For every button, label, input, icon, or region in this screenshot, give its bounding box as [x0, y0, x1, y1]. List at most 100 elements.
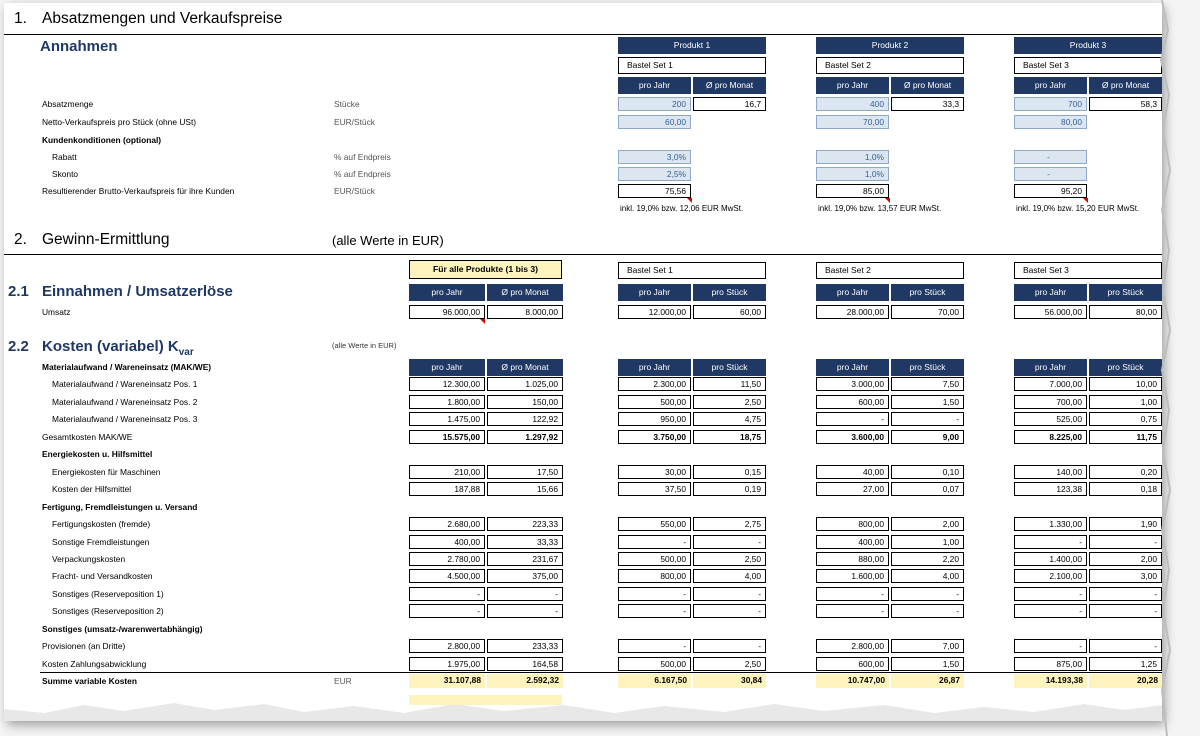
row-kunden-label: Kundenkonditionen (optional)	[42, 135, 162, 145]
product-1-skonto-input[interactable]: 2,5%	[618, 167, 691, 181]
product-1-mwst-note: inkl. 19,0% bzw. 12,06 EUR MwSt.	[620, 204, 744, 213]
cost-value: 10.747,00	[816, 674, 889, 688]
s2-product-3-col-pro-jahr: pro Jahr	[1014, 284, 1087, 301]
product-3-name[interactable]: Bastel Set 3	[1014, 57, 1162, 74]
cost-value: 1.475,00	[409, 412, 485, 426]
product-1-name[interactable]: Bastel Set 1	[618, 57, 766, 74]
product-2-netto-input[interactable]: 70,00	[816, 115, 889, 129]
cost-value: 2,50	[693, 552, 766, 566]
cost-value: 26,87	[891, 674, 964, 688]
section-1-rule	[4, 34, 1162, 35]
cost-value: -	[891, 412, 964, 426]
cost-value: 2,20	[891, 552, 964, 566]
product-3-skonto-input[interactable]: -	[1014, 167, 1087, 181]
product-2-absatz-jahr-input[interactable]: 400	[816, 97, 889, 111]
row-skonto-label: Skonto	[52, 169, 79, 179]
product-1-rabatt-input[interactable]: 3,0%	[618, 150, 691, 164]
cost-value: 375,00	[487, 569, 563, 583]
product-3-netto-input[interactable]: 80,00	[1014, 115, 1087, 129]
cost-value: 10,00	[1089, 377, 1162, 391]
product-3-col-pro-monat: Ø pro Monat	[1089, 77, 1162, 94]
product-1-col-pro-monat: Ø pro Monat	[693, 77, 766, 94]
cost-value: 875,00	[1014, 657, 1087, 671]
cost-row-label: Fracht- und Versandkosten	[52, 571, 153, 581]
cost-value: 0,75	[1089, 412, 1162, 426]
row-netto-label: Netto-Verkaufspreis pro Stück (ohne USt)	[42, 117, 197, 127]
cost-value: -	[618, 604, 691, 618]
section-2-2-title-text: Kosten (variabel) K	[42, 338, 179, 355]
cost-value: -	[816, 587, 889, 601]
row-absatz-label: Absatzmenge	[42, 99, 94, 109]
cost-value: 800,00	[816, 517, 889, 531]
cost-value: -	[409, 604, 485, 618]
product-1-absatz-jahr-input[interactable]: 200	[618, 97, 691, 111]
cost-value: 11,75	[1089, 430, 1162, 444]
cost-value: 2.780,00	[409, 552, 485, 566]
s2-product-1-col-pro-stueck: pro Stück	[693, 359, 766, 376]
cost-value: 2.300,00	[618, 377, 691, 391]
cost-value: 6.167,50	[618, 674, 691, 688]
cost-value: 2,00	[891, 517, 964, 531]
cost-value: 2,50	[693, 657, 766, 671]
all-col-pro-jahr: pro Jahr	[409, 284, 485, 301]
umsatz-label: Umsatz	[42, 307, 71, 317]
product-2-name[interactable]: Bastel Set 2	[816, 57, 964, 74]
cost-value: 1,50	[891, 657, 964, 671]
cost-value: 33,33	[487, 535, 563, 549]
all-products-header: Für alle Produkte (1 bis 3)	[409, 260, 562, 279]
cost-value: -	[816, 412, 889, 426]
s2-product-2-col-pro-stueck: pro Stück	[891, 284, 964, 301]
product-3-rabatt-input[interactable]: -	[1014, 150, 1087, 164]
umsatz-value: 96.000,00	[409, 305, 485, 319]
product-1-netto-input[interactable]: 60,00	[618, 115, 691, 129]
cost-row-label: Fertigungskosten (fremde)	[52, 519, 151, 529]
cost-value: 1,00	[891, 535, 964, 549]
cost-row-label: Kosten Zahlungsabwicklung	[42, 659, 147, 669]
cost-value: -	[1014, 535, 1087, 549]
cost-value: 2.100,00	[1014, 569, 1087, 583]
cost-value: 30,84	[693, 674, 766, 688]
cost-value: 17,50	[487, 465, 563, 479]
s2-product-3-col-pro-jahr: pro Jahr	[1014, 359, 1087, 376]
cost-value: 4,75	[693, 412, 766, 426]
cost-value: 2.592,32	[487, 674, 563, 688]
cost-value: 950,00	[618, 412, 691, 426]
cost-row-label: Sonstige Fremdleistungen	[52, 537, 150, 547]
product-2-absatz-monat: 33,3	[891, 97, 964, 111]
umsatz-value: 12.000,00	[618, 305, 691, 319]
s2-product-1-col-pro-jahr: pro Jahr	[618, 359, 691, 376]
cost-value: 0,19	[693, 482, 766, 496]
product-2-col-pro-jahr: pro Jahr	[816, 77, 889, 94]
cost-value: 7.000,00	[1014, 377, 1087, 391]
cost-value: 0,20	[1089, 465, 1162, 479]
product-3-absatz-jahr-input[interactable]: 700	[1014, 97, 1087, 111]
cost-value: 2,50	[693, 395, 766, 409]
product-2-header: Produkt 2	[816, 37, 964, 54]
cost-value: 37,50	[618, 482, 691, 496]
cost-value: 210,00	[409, 465, 485, 479]
cost-value: -	[618, 639, 691, 653]
cost-value: 0,10	[891, 465, 964, 479]
total-rule	[40, 672, 1162, 673]
s2-product-3-col-pro-stueck: pro Stück	[1089, 359, 1162, 376]
cost-value: 4.500,00	[409, 569, 485, 583]
cost-row-label: Provisionen (an Dritte)	[42, 641, 126, 651]
spreadsheet-sheet: 1. Absatzmengen und Verkaufspreise Annah…	[4, 3, 1162, 721]
product-1-col-pro-jahr: pro Jahr	[618, 77, 691, 94]
cost-value: 1.297,92	[487, 430, 563, 444]
product-2-rabatt-input[interactable]: 1,0%	[816, 150, 889, 164]
cost-value: -	[693, 639, 766, 653]
cost-value: 187,88	[409, 482, 485, 496]
all-col-pro-monat: Ø pro Monat	[487, 359, 563, 376]
cost-value: 2.800,00	[409, 639, 485, 653]
cost-row-unit: EUR	[334, 676, 352, 686]
cost-value: 1.400,00	[1014, 552, 1087, 566]
comment-marker-icon[interactable]	[480, 319, 485, 324]
cost-row-label: Verpackungskosten	[52, 554, 126, 564]
cost-value: 8.225,00	[1014, 430, 1087, 444]
cost-value: 1,50	[891, 395, 964, 409]
row-absatz-unit: Stücke	[334, 99, 360, 109]
cost-value: 1.025,00	[487, 377, 563, 391]
cost-value: -	[891, 604, 964, 618]
product-2-skonto-input[interactable]: 1,0%	[816, 167, 889, 181]
